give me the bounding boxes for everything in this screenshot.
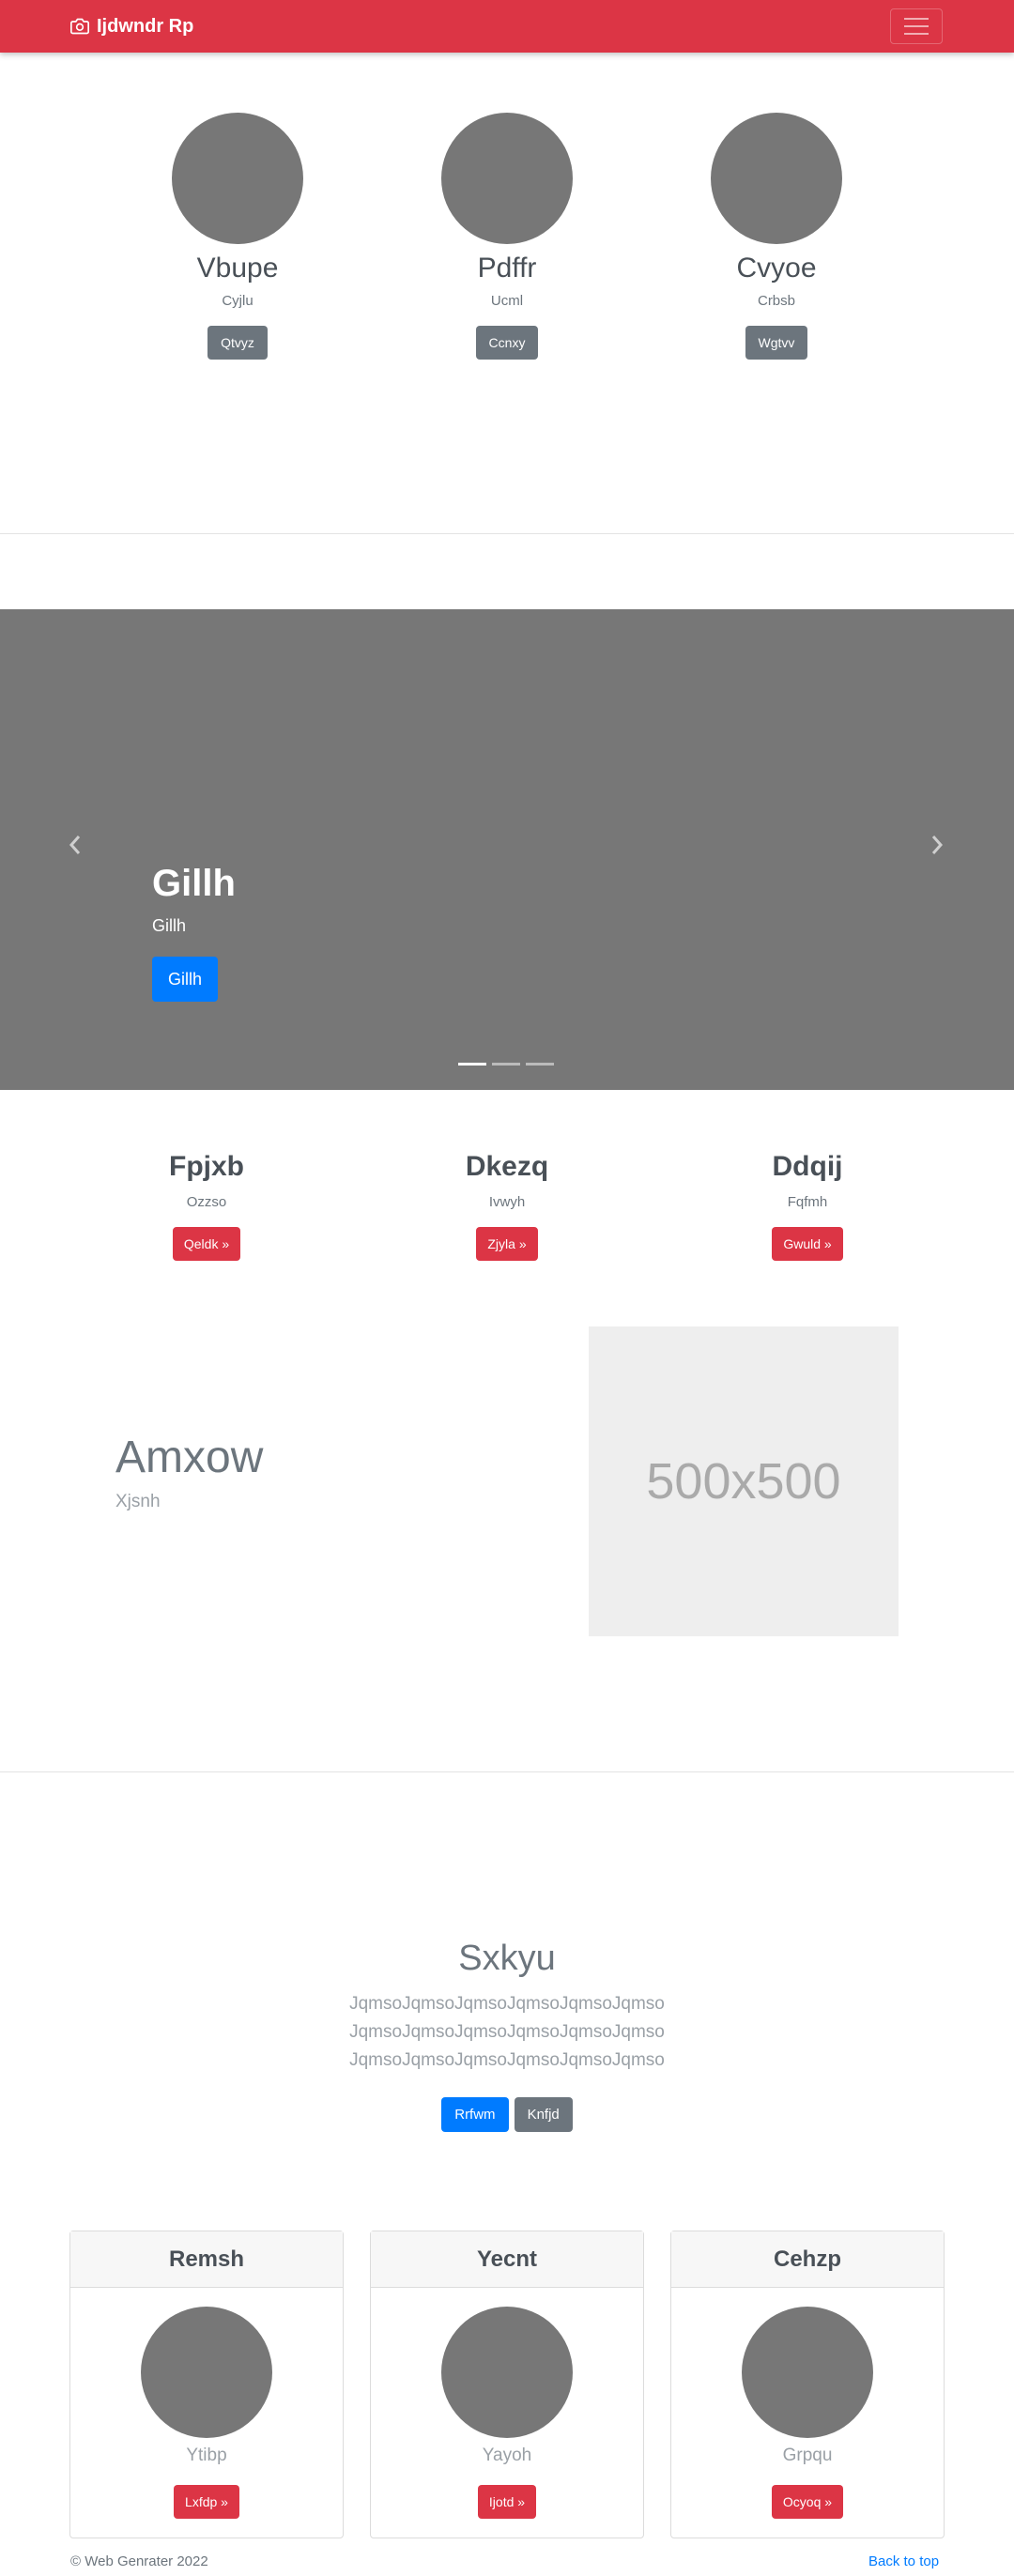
avatar xyxy=(742,2307,873,2438)
card-button[interactable]: Ocyoq » xyxy=(771,2485,844,2519)
avatar xyxy=(172,113,303,244)
brand-name: Ijdwndr Rp xyxy=(97,15,194,37)
jumbotron-title: Sxkyu xyxy=(458,1939,556,1978)
card-body: Yayoh Ijotd » xyxy=(371,2288,643,2519)
carousel-text: Gillh xyxy=(152,916,187,935)
jumbotron-primary-button[interactable]: Rrfwm xyxy=(441,2097,509,2132)
carousel-cta-button[interactable]: Gillh xyxy=(152,957,219,1002)
jumbotron-text-line: JqmsoJqmsoJqmsoJqmsoJqmsoJqmso xyxy=(349,1994,665,2014)
back-to-top-link[interactable]: Back to top xyxy=(868,2553,939,2569)
feature-column: Ddqij Fqfmh Gwuld » xyxy=(695,1151,920,1261)
avatar xyxy=(441,113,573,244)
profile-button[interactable]: Wgtvv xyxy=(745,326,808,360)
profile-subtitle: Cyjlu xyxy=(222,293,254,309)
chevron-left-icon xyxy=(69,836,81,854)
avatar xyxy=(711,113,842,244)
feature-title: Dkezq xyxy=(465,1151,549,1182)
jumbotron-text-line: JqmsoJqmsoJqmsoJqmsoJqmsoJqmso xyxy=(349,2050,665,2070)
carousel: Gillh Gillh Gillh xyxy=(0,609,1014,1090)
carousel-indicator[interactable] xyxy=(526,1063,554,1066)
feature-title: Fpjxb xyxy=(169,1151,244,1182)
brand-link[interactable]: Ijdwndr Rp xyxy=(70,14,193,38)
card-header: Remsh xyxy=(70,2231,343,2288)
placeholder-image: 500x500 xyxy=(589,1326,899,1636)
card-subtitle: Ytibp xyxy=(186,2446,227,2465)
carousel-title: Gillh xyxy=(152,863,236,904)
carousel-indicators xyxy=(458,1063,554,1066)
footer-copyright: © Web Genrater 2022 xyxy=(70,2553,208,2569)
card: Remsh Ytibp Lxfdp » xyxy=(69,2231,344,2538)
profile-button[interactable]: Ccnxy xyxy=(475,326,539,360)
carousel-prev-button[interactable] xyxy=(66,831,84,859)
feature-column: Fpjxb Ozzso Qeldk » xyxy=(94,1151,319,1261)
card-button[interactable]: Lxfdp » xyxy=(174,2485,239,2519)
carousel-caption: Gillh Gillh Gillh xyxy=(152,863,236,1002)
chevron-right-icon xyxy=(931,836,944,854)
profile-subtitle: Ucml xyxy=(490,293,524,309)
card-body: Grpqu Ocyoq » xyxy=(671,2288,944,2519)
profile-subtitle: Crbsb xyxy=(757,293,795,309)
profile-button[interactable]: Qtvyz xyxy=(207,326,268,360)
section-divider xyxy=(0,533,1014,534)
featurette-lead: Xjsnh xyxy=(115,1492,161,1511)
profile-name: Pdffr xyxy=(477,253,537,284)
card-header: Yecnt xyxy=(371,2231,643,2288)
profile-card: Vbupe Cyjlu Qtvyz xyxy=(134,113,341,360)
navbar: Ijdwndr Rp xyxy=(0,0,1014,53)
carousel-next-button[interactable] xyxy=(928,831,946,859)
carousel-indicator[interactable] xyxy=(492,1063,520,1066)
profile-card: Pdffr Ucml Ccnxy xyxy=(404,113,610,360)
card-subtitle: Yayoh xyxy=(482,2446,532,2465)
card-header: Cehzp xyxy=(671,2231,944,2288)
navbar-toggler-button[interactable] xyxy=(890,8,943,44)
card-subtitle: Grpqu xyxy=(782,2446,833,2465)
card-button[interactable]: Ijotd » xyxy=(477,2485,537,2519)
feature-subtitle: Ozzso xyxy=(186,1194,227,1210)
feature-button[interactable]: Gwuld » xyxy=(772,1227,843,1261)
card: Cehzp Grpqu Ocyoq » xyxy=(670,2231,945,2538)
feature-title: Ddqij xyxy=(772,1151,843,1182)
jumbotron: Sxkyu JqmsoJqmsoJqmsoJqmsoJqmsoJqmso Jqm… xyxy=(0,1939,1014,2132)
feature-subtitle: Fqfmh xyxy=(787,1194,828,1210)
feature-column: Dkezq Ivwyh Zjyla » xyxy=(394,1151,620,1261)
section-divider xyxy=(0,1771,1014,1772)
jumbotron-secondary-button[interactable]: Knfjd xyxy=(514,2097,573,2132)
hamburger-menu-icon xyxy=(904,18,929,20)
profile-name: Cvyoe xyxy=(736,253,817,284)
featurette-heading: Amxow xyxy=(115,1433,264,1482)
avatar xyxy=(441,2307,573,2438)
feature-button[interactable]: Zjyla » xyxy=(476,1227,538,1261)
jumbotron-text-line: JqmsoJqmsoJqmsoJqmsoJqmsoJqmso xyxy=(349,2022,665,2042)
jumbotron-actions: Rrfwm Knfjd xyxy=(0,2097,1014,2132)
camera-icon xyxy=(70,18,89,35)
avatar xyxy=(141,2307,272,2438)
profile-name: Vbupe xyxy=(196,253,279,284)
card: Yecnt Yayoh Ijotd » xyxy=(370,2231,644,2538)
carousel-indicator[interactable] xyxy=(458,1063,486,1066)
placeholder-image-label: 500x500 xyxy=(646,1453,841,1510)
card-body: Ytibp Lxfdp » xyxy=(70,2288,343,2519)
profile-card: Cvyoe Crbsb Wgtvv xyxy=(673,113,880,360)
feature-subtitle: Ivwyh xyxy=(488,1194,526,1210)
feature-button[interactable]: Qeldk » xyxy=(172,1227,241,1261)
